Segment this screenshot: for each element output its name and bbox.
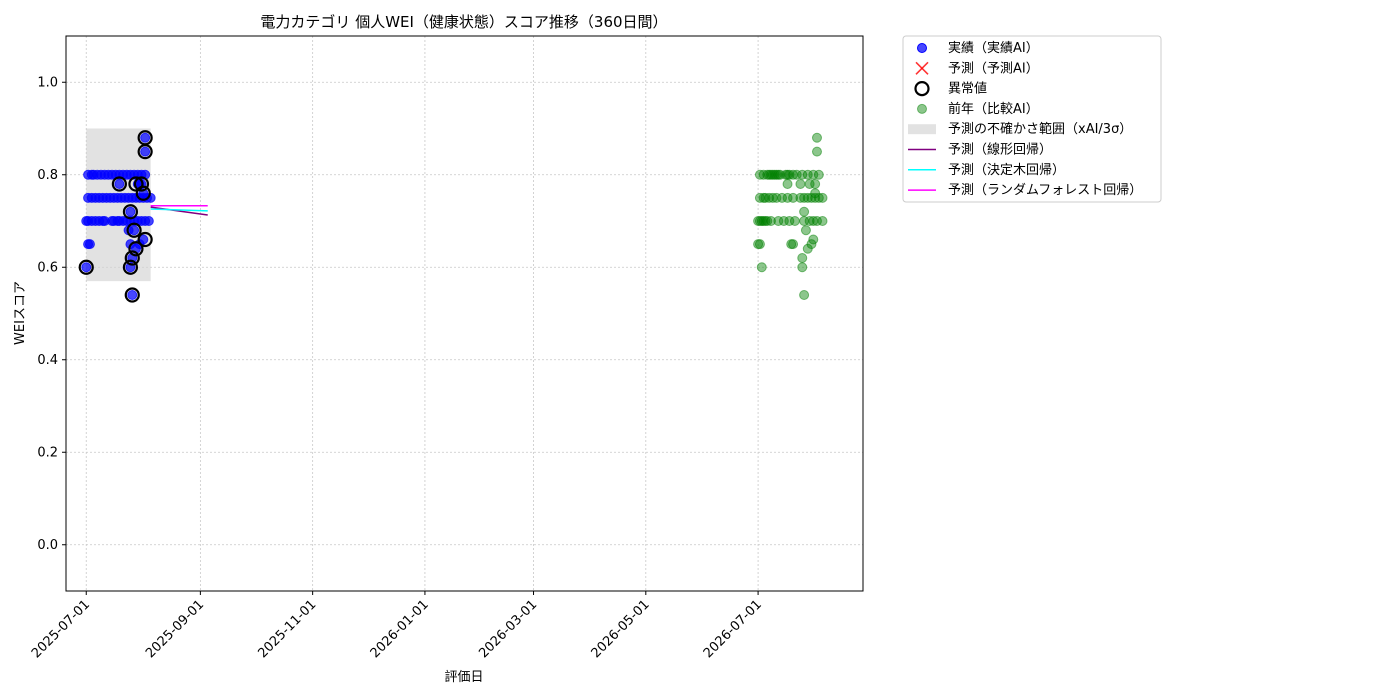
- y-tick-label: 0.6: [37, 260, 58, 275]
- comparison-point: [817, 216, 828, 226]
- actual-point: [81, 262, 92, 273]
- legend-swatch: [908, 124, 936, 135]
- legend-label: 予測（予測AI）: [948, 61, 1039, 76]
- legend-label: 実績（実績AI）: [948, 40, 1039, 56]
- x-tick-label: 2026-05-01: [589, 597, 653, 661]
- legend-swatch: [917, 103, 927, 114]
- y-axis-label: WEIスコア: [13, 281, 28, 345]
- actual-point: [125, 206, 136, 217]
- x-axis: 2025-07-01 2025-09-01 2025-11-01 2026-01-01…: [29, 591, 765, 661]
- comparison-point: [788, 239, 799, 250]
- comparison-point: [756, 262, 767, 273]
- actual-point: [140, 132, 151, 143]
- chart-figure: 電力カテゴリ 個人WEI（健康状態）スコア推移（360日間） 0.0 0.2 0.4…: [13, 13, 1162, 685]
- legend-label: 予測（決定木回帰）: [948, 162, 1065, 178]
- legend-label: 前年（比較AI）: [948, 101, 1039, 117]
- legend: 実績（実績AI） 予測（予測AI） 異常値前年（比較AI） 予測の不確かさ範囲（xAI…: [902, 35, 1162, 203]
- comparison-point: [799, 290, 810, 300]
- y-tick-label: 0.4: [37, 353, 58, 368]
- legend-label: 予測の不確かさ範囲（xAI/3σ）: [948, 121, 1132, 137]
- actual-point: [114, 179, 125, 189]
- comparison-point: [799, 206, 810, 217]
- actual-point: [84, 239, 95, 250]
- forecast-lines: [150, 204, 208, 216]
- actual-point: [127, 290, 138, 300]
- comparison-point: [813, 169, 824, 180]
- x-tick-label: 2025-07-01: [29, 597, 93, 661]
- legend-swatch: [917, 43, 927, 53]
- comparison-point: [754, 239, 765, 250]
- x-tick-label: 2026-01-01: [368, 597, 432, 661]
- legend-label: 予測（ランダムフォレスト回帰）: [948, 182, 1142, 198]
- y-tick-label: 1.0: [37, 75, 58, 90]
- y-tick-label: 0.2: [37, 445, 58, 460]
- actual-point: [140, 146, 151, 157]
- x-tick-label: 2026-07-01: [701, 597, 765, 661]
- comparison-point: [797, 262, 808, 273]
- gridlines: [66, 36, 863, 591]
- comparison-point: [808, 234, 819, 245]
- y-axis: 0.0 0.2 0.4 0.6 0.8 1.0: [37, 75, 66, 553]
- comparison-point: [800, 225, 811, 236]
- comparison-point: [782, 179, 793, 189]
- x-tick-label: 2025-09-01: [143, 597, 207, 661]
- comparison-points: [753, 132, 828, 300]
- plot-area-frame: [65, 35, 864, 592]
- comparison-point: [797, 253, 808, 263]
- y-tick-label: 0.0: [37, 538, 58, 553]
- comparison-point: [810, 188, 821, 199]
- y-tick-label: 0.8: [37, 168, 58, 183]
- actual-point: [143, 216, 154, 226]
- legend-label: 予測（線形回帰）: [948, 142, 1052, 158]
- forecast-line: [150, 208, 208, 212]
- x-tick-label: 2026-03-01: [476, 597, 540, 661]
- comparison-point: [811, 146, 822, 157]
- comparison-point: [789, 216, 800, 226]
- comparison-point: [811, 132, 822, 143]
- chart-title: 電力カテゴリ 個人WEI（健康状態）スコア推移（360日間）: [260, 13, 667, 31]
- x-tick-label: 2025-11-01: [255, 597, 319, 661]
- comparison-point: [810, 179, 821, 189]
- comparison-point: [795, 179, 806, 189]
- legend-label: 異常値: [948, 81, 987, 97]
- x-axis-label: 評価日: [444, 670, 483, 685]
